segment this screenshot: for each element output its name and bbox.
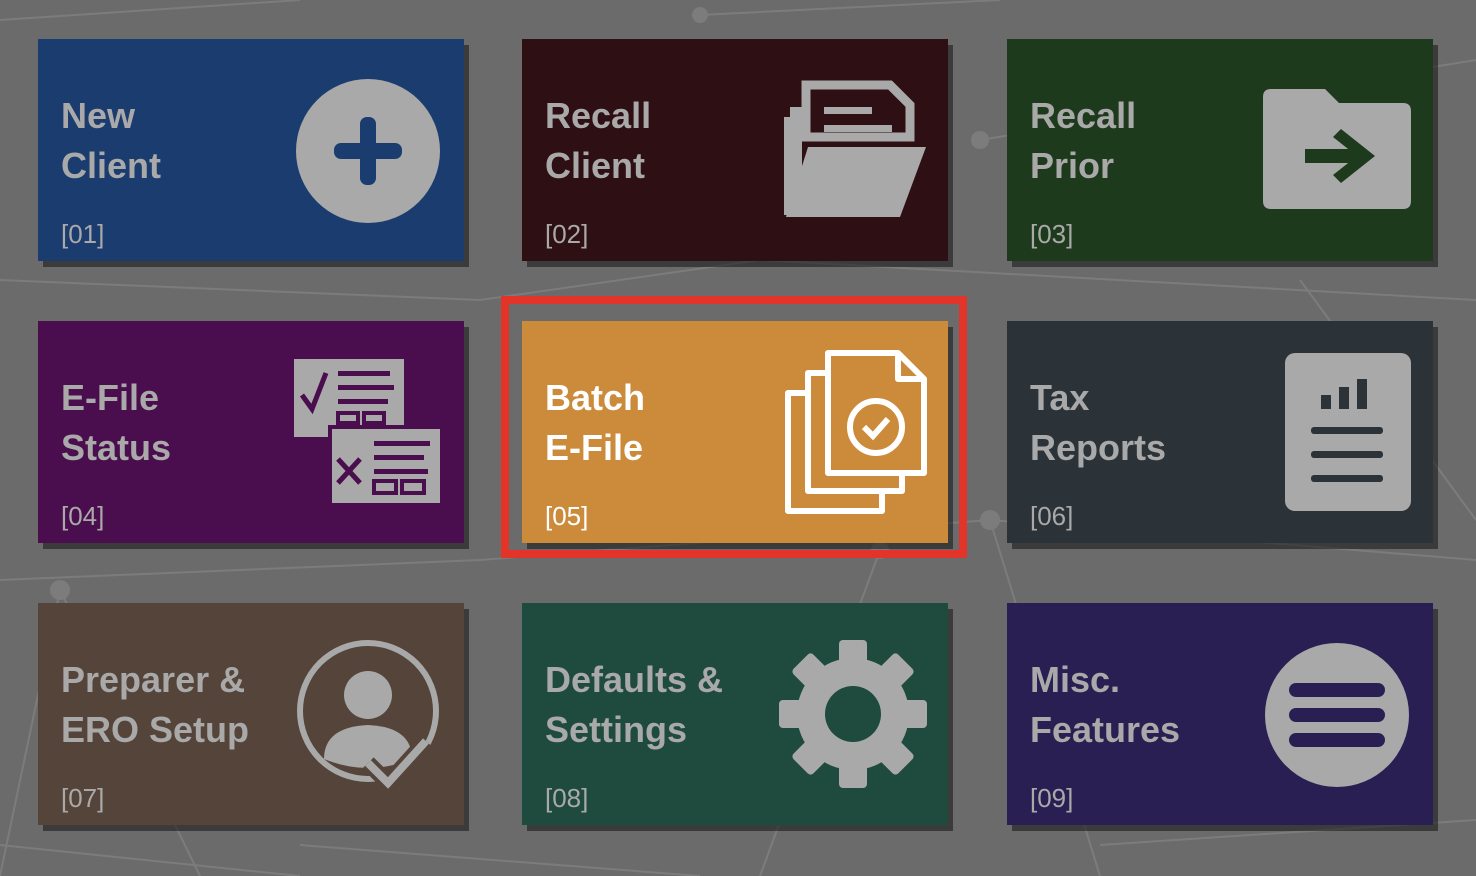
- tile-shortcut-code: [03]: [1030, 219, 1074, 249]
- tile-label: Preparer & ERO Setup: [61, 659, 250, 750]
- tile-shortcut-code: [07]: [61, 783, 105, 813]
- tile-label: Misc. Features: [1030, 659, 1181, 750]
- tile-efile-status[interactable]: E-File Status [04]: [38, 321, 464, 543]
- tile-misc-features[interactable]: Misc. Features [09]: [1007, 603, 1433, 825]
- tile-defaults-settings[interactable]: Defaults & Settings [08]: [522, 603, 948, 825]
- tile-shortcut-code: [04]: [61, 501, 105, 531]
- tile-shortcut-code: [06]: [1030, 501, 1074, 531]
- tile-label: Tax Reports: [1030, 377, 1167, 468]
- tile-label: New Client: [61, 95, 162, 186]
- tile-preparer-ero-setup[interactable]: Preparer & ERO Setup [07]: [38, 603, 464, 825]
- tile-shortcut-code: [08]: [545, 783, 589, 813]
- tile-label: Recall Prior: [1030, 95, 1137, 186]
- tile-shortcut-code: [02]: [545, 219, 589, 249]
- tile-tax-reports[interactable]: Tax Reports [06]: [1007, 321, 1433, 543]
- tile-label: Defaults & Settings: [545, 659, 724, 750]
- tile-shortcut-code: [09]: [1030, 783, 1074, 813]
- plus-circle-icon: [296, 79, 440, 223]
- tile-recall-client[interactable]: Recall Client [02]: [522, 39, 948, 261]
- tile-label: Recall Client: [545, 95, 652, 186]
- report-chart-icon: [1285, 353, 1411, 511]
- gear-icon: [779, 640, 927, 788]
- tile-label: E-File Status: [61, 377, 172, 468]
- checklist-forms-icon: [294, 359, 444, 507]
- menu-circle-icon: [1265, 643, 1409, 787]
- user-check-icon: [297, 640, 439, 793]
- selection-highlight: [501, 296, 967, 558]
- open-folder-icon: [784, 80, 926, 217]
- tile-recall-prior[interactable]: Recall Prior [03]: [1007, 39, 1433, 261]
- folder-arrow-icon: [1263, 89, 1411, 209]
- tile-new-client[interactable]: New Client [01]: [38, 39, 464, 261]
- tile-shortcut-code: [01]: [61, 219, 105, 249]
